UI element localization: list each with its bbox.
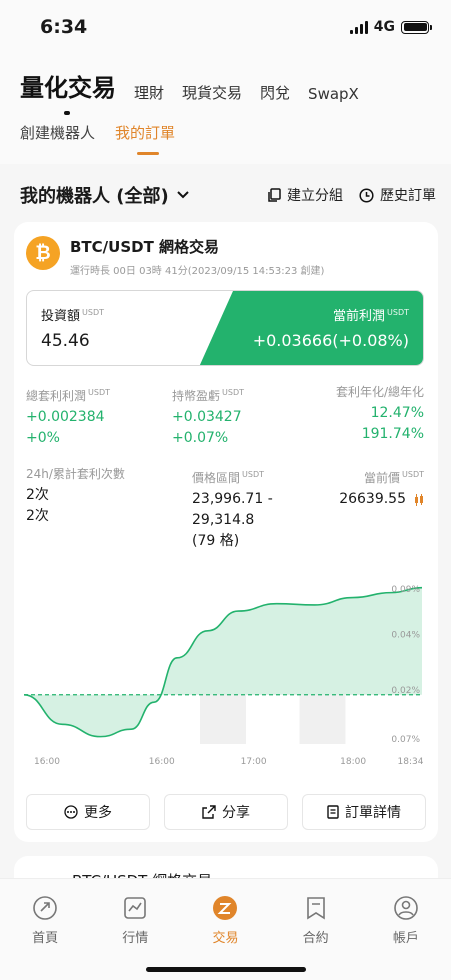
battery-icon (401, 20, 432, 34)
nav-home[interactable]: 首頁 (15, 895, 75, 946)
invest-label: 投資額 USDT (41, 307, 104, 324)
profit-chart: 0.09% 0.04% 0.02% 0.07% 16:00 16:00 17:00 18:00… (23, 576, 432, 772)
share-icon (202, 805, 216, 819)
current-price-value: 26639.55 (339, 491, 406, 507)
nav-account[interactable]: 帳戶 (376, 895, 436, 946)
annual-yield-stat: 套利年化/總年化 12.47% 191.74% (336, 382, 424, 445)
share-label: 分享 (222, 805, 250, 821)
holding-pct: +0.07% (172, 430, 229, 446)
create-group-button[interactable]: 建立分組 (268, 185, 343, 205)
bot-actions: 更多 分享 訂單詳情 (26, 794, 426, 830)
chart-shade-1 (299, 694, 346, 744)
tab-quant[interactable]: 量化交易 (20, 68, 116, 115)
document-icon (327, 805, 339, 819)
sub-tabs: 創建機器人 我的訂單 (20, 122, 175, 155)
status-bar: 6:34 4G (0, 0, 451, 56)
tab-convert[interactable]: 閃兌 (260, 82, 290, 103)
chart-y-tick: 0.04% (391, 630, 420, 640)
chart-y-tick: 0.09% (391, 585, 420, 595)
profit-panel-bg (199, 291, 423, 365)
investment-profit-box: 投資額 USDT 45.46 當前利潤 USDT +0.03666(+0.08%) (26, 290, 424, 366)
history-orders-label: 歷史訂單 (380, 188, 436, 204)
total-arb-value: +0.002384 (26, 409, 105, 425)
total-arb-stat: 總套利利潤 USDT +0.002384 +0% (26, 382, 110, 449)
section-title: 我的機器人 (全部) (20, 186, 169, 207)
more-button[interactable]: 更多 (26, 794, 150, 830)
candlestick-icon (415, 493, 423, 506)
header: 量化交易 理財 現貨交易 閃兌 SwapX 創建機器人 我的訂單 (0, 56, 451, 164)
price-range-low: 23,996.71 - (192, 491, 273, 507)
nav-market-label: 行情 (122, 931, 149, 946)
chart-x-tick: 17:00 (241, 757, 267, 767)
holding-pnl-stat: 持幣盈虧 USDT +0.03427 +0.07% (172, 382, 244, 449)
nav-trade[interactable]: 交易 (195, 895, 255, 946)
bot-pair-name: BTC/USDT 網格交易 (70, 238, 220, 256)
order-details-button[interactable]: 訂單詳情 (302, 794, 426, 830)
chart-y-tick: 0.02% (391, 686, 420, 696)
price-range-grids: (79 格) (192, 533, 240, 549)
bot-filter-dropdown[interactable]: 我的機器人 (全部) (20, 182, 189, 208)
nav-market[interactable]: 行情 (105, 895, 165, 946)
network-label: 4G (373, 19, 395, 35)
home-indicator (146, 967, 306, 972)
tab-spot[interactable]: 現貨交易 (182, 82, 242, 103)
current-price-stat: 當前價 USDT 26639.55 (339, 464, 424, 510)
arb-count-total: 2次 (26, 508, 49, 524)
chart-x-tick: 16:00 (34, 757, 60, 767)
chart-x-tick: 18:34 (398, 757, 424, 767)
main-tabs: 量化交易 理財 現貨交易 閃兌 SwapX (20, 68, 359, 115)
chart-x-tick: 18:00 (340, 757, 366, 767)
market-icon (124, 897, 147, 919)
more-label: 更多 (84, 805, 112, 821)
create-group-label: 建立分組 (287, 188, 343, 204)
profit-label: 當前利潤 USDT (333, 307, 409, 324)
nav-home-label: 首頁 (32, 931, 59, 946)
price-range-stat: 價格區間 USDT 23,996.71 - 29,314.8 (79 格) (192, 464, 273, 552)
bottom-nav: 首頁 行情 交易 合約 帳戶 (0, 878, 451, 980)
profit-chart-svg: 0.09% 0.04% 0.02% 0.07% 16:00 16:00 17:00 18:00… (23, 585, 424, 767)
section-header: 我的機器人 (全部) 建立分組 歷史訂單 (20, 180, 436, 210)
status-time: 6:34 (40, 16, 88, 38)
copy-icon (268, 188, 281, 202)
account-icon (394, 896, 418, 920)
total-arb-pct: +0% (26, 430, 60, 446)
chart-shade-0 (200, 694, 246, 744)
history-orders-button[interactable]: 歷史訂單 (359, 185, 436, 205)
annual-arb-value: 12.47% (370, 405, 424, 421)
arb-count-24h: 2次 (26, 487, 49, 503)
nav-contract[interactable]: 合約 (286, 895, 346, 946)
bot-pair-row: ₿ BTC/USDT 網格交易 運行時長 00日 03時 41分(2023/09… (26, 236, 324, 277)
invest-value: 45.46 (41, 331, 90, 351)
trade-icon (213, 896, 238, 920)
annual-total-value: 191.74% (361, 426, 424, 442)
status-indicators: 4G (349, 19, 432, 35)
tab-swapx[interactable]: SwapX (308, 85, 359, 103)
chevron-down-icon (177, 191, 189, 199)
bot-card[interactable]: ₿ BTC/USDT 網格交易 運行時長 00日 03時 41分(2023/09… (14, 222, 438, 842)
arb-count-stat: 24h/累計套利次數 2次 2次 (26, 464, 125, 527)
chart-y-tick: 0.07% (391, 735, 420, 745)
order-details-label: 訂單詳情 (345, 805, 401, 821)
bitcoin-icon: ₿ (26, 236, 60, 270)
bot-runtime: 運行時長 00日 03時 41分(2023/09/15 14:53:23 創建) (70, 266, 325, 277)
price-range-high: 29,314.8 (192, 512, 255, 528)
signal-icon (349, 20, 368, 34)
tab-finance[interactable]: 理財 (134, 82, 164, 103)
subtab-my-orders[interactable]: 我的訂單 (115, 122, 175, 155)
nav-contract-label: 合約 (302, 931, 329, 946)
nav-trade-label: 交易 (212, 931, 239, 946)
profit-value: +0.03666(+0.08%) (252, 331, 409, 350)
chart-x-tick: 16:00 (149, 757, 175, 767)
subtab-create-bot[interactable]: 創建機器人 (20, 122, 95, 155)
holding-value: +0.03427 (172, 409, 242, 425)
share-button[interactable]: 分享 (164, 794, 288, 830)
contract-icon (306, 897, 325, 920)
home-icon (33, 896, 57, 920)
more-icon (64, 805, 78, 819)
nav-account-label: 帳戶 (392, 931, 419, 946)
clock-icon (359, 187, 374, 203)
